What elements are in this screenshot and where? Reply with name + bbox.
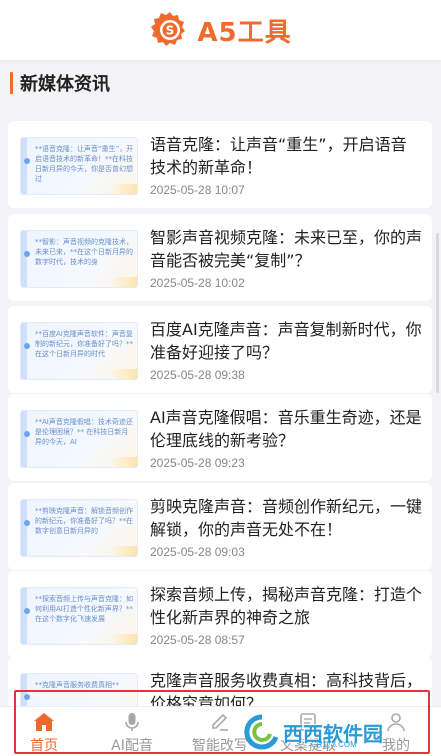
nav-label: 首页 xyxy=(30,738,58,754)
article-title[interactable]: 智影声音视频克隆：未来已至，你的声音能否被完美“复制”？ xyxy=(150,226,422,272)
app-header: S A5工具 xyxy=(0,0,441,60)
article-title[interactable]: 百度AI克隆声音：声音复制新时代，你准备好迎接了吗？ xyxy=(150,318,422,364)
watermark-subtext: CR173.COM xyxy=(311,740,357,749)
article-thumbnail: **百度AI克隆声音软件：声音复制的新纪元，你准备好了吗？**在这个日新月异的时… xyxy=(20,322,138,380)
nav-item-ai-dubbing[interactable]: AI配音 xyxy=(96,707,168,756)
article-card[interactable]: **克隆声音服务收费真相** 克隆声音服务收费真相：高科技背后，价格究竟如何？ xyxy=(8,657,432,706)
article-title[interactable]: 剪映克隆声音：音频创作新纪元，一键解锁，你的声音无处不在！ xyxy=(150,495,422,541)
microphone-icon xyxy=(125,713,139,731)
article-card[interactable]: **智影：声音视频的克隆技术，未来已来，**在这个日新月异的数字时代，技术的身 … xyxy=(8,214,432,301)
article-thumbnail: **探索音频上传与声音克隆：如何利用AI打造个性化新声界？**在这个数字化飞速发… xyxy=(20,587,138,645)
nav-label: AI配音 xyxy=(111,738,153,754)
article-title[interactable]: 语音克隆：让声音“重生”，开启语音技术的新革命！ xyxy=(150,133,422,179)
home-icon xyxy=(34,713,54,731)
article-title[interactable]: 克隆声音服务收费真相：高科技背后，价格究竟如何？ xyxy=(150,669,422,706)
section-accent-bar xyxy=(10,72,13,94)
nav-item-home[interactable]: 首页 xyxy=(8,707,80,756)
edit-icon xyxy=(212,713,228,731)
article-date: 2025-05-28 10:07 xyxy=(150,183,245,197)
article-card[interactable]: **探索音频上传与声音克隆：如何利用AI打造个性化新声界？**在这个数字化飞速发… xyxy=(8,571,432,658)
article-thumbnail: **克隆声音服务收费真相** xyxy=(20,673,138,706)
article-thumbnail: **智影：声音视频的克隆技术，未来已来，**在这个日新月异的数字时代，技术的身 xyxy=(20,230,138,288)
article-date: 2025-05-28 10:02 xyxy=(150,276,245,290)
article-thumbnail: **语音克隆：让声音“重生”，开启语音技术的新革命！**在科技日新月异的今天，你… xyxy=(20,137,138,195)
article-title[interactable]: AI声音克隆假唱：音乐重生奇迹，还是伦理底线的新考验？ xyxy=(150,406,422,452)
article-card[interactable]: **剪映克隆声音：解锁音频创作的新纪元，你准备好了吗？**在数字创意日新月异的 … xyxy=(8,483,432,570)
section-header: 新媒体资讯 xyxy=(10,72,110,95)
app-logo[interactable]: S A5工具 xyxy=(149,9,291,51)
article-card[interactable]: **AI声音克隆假唱：技术奇迹还是伦理困境？** 在科技日新月异的今天，AI A… xyxy=(8,394,432,481)
article-card[interactable]: **百度AI克隆声音软件：声音复制的新纪元，你准备好了吗？**在这个日新月异的时… xyxy=(8,306,432,393)
article-thumbnail: **剪映克隆声音：解锁音频创作的新纪元，你准备好了吗？**在数字创意日新月异的 xyxy=(20,499,138,557)
scrollbar[interactable] xyxy=(436,233,439,393)
section-title: 新媒体资讯 xyxy=(20,74,110,95)
article-thumbnail: **AI声音克隆假唱：技术奇迹还是伦理困境？** 在科技日新月异的今天，AI xyxy=(20,410,138,468)
gear-logo-icon: S xyxy=(151,12,186,46)
watermark-logo-icon xyxy=(244,714,279,750)
svg-text:S: S xyxy=(166,24,175,38)
article-date: 2025-05-28 08:57 xyxy=(150,633,245,647)
article-card[interactable]: **语音克隆：让声音“重生”，开启语音技术的新革命！**在科技日新月异的今天，你… xyxy=(8,121,432,208)
watermark: 西西软件园 CR173.COM xyxy=(243,713,439,751)
article-list[interactable]: **语音克隆：让声音“重生”，开启语音技术的新革命！**在科技日新月异的今天，你… xyxy=(8,121,432,706)
article-date: 2025-05-28 09:38 xyxy=(150,368,245,382)
article-title[interactable]: 探索音频上传，揭秘声音克隆：打造个性化新声界的神奇之旅 xyxy=(150,583,422,629)
article-date: 2025-05-28 09:03 xyxy=(150,545,245,559)
nav-label: 智能改写 xyxy=(192,738,248,754)
article-date: 2025-05-28 09:23 xyxy=(150,456,245,470)
logo-text: A5工具 xyxy=(197,17,292,48)
